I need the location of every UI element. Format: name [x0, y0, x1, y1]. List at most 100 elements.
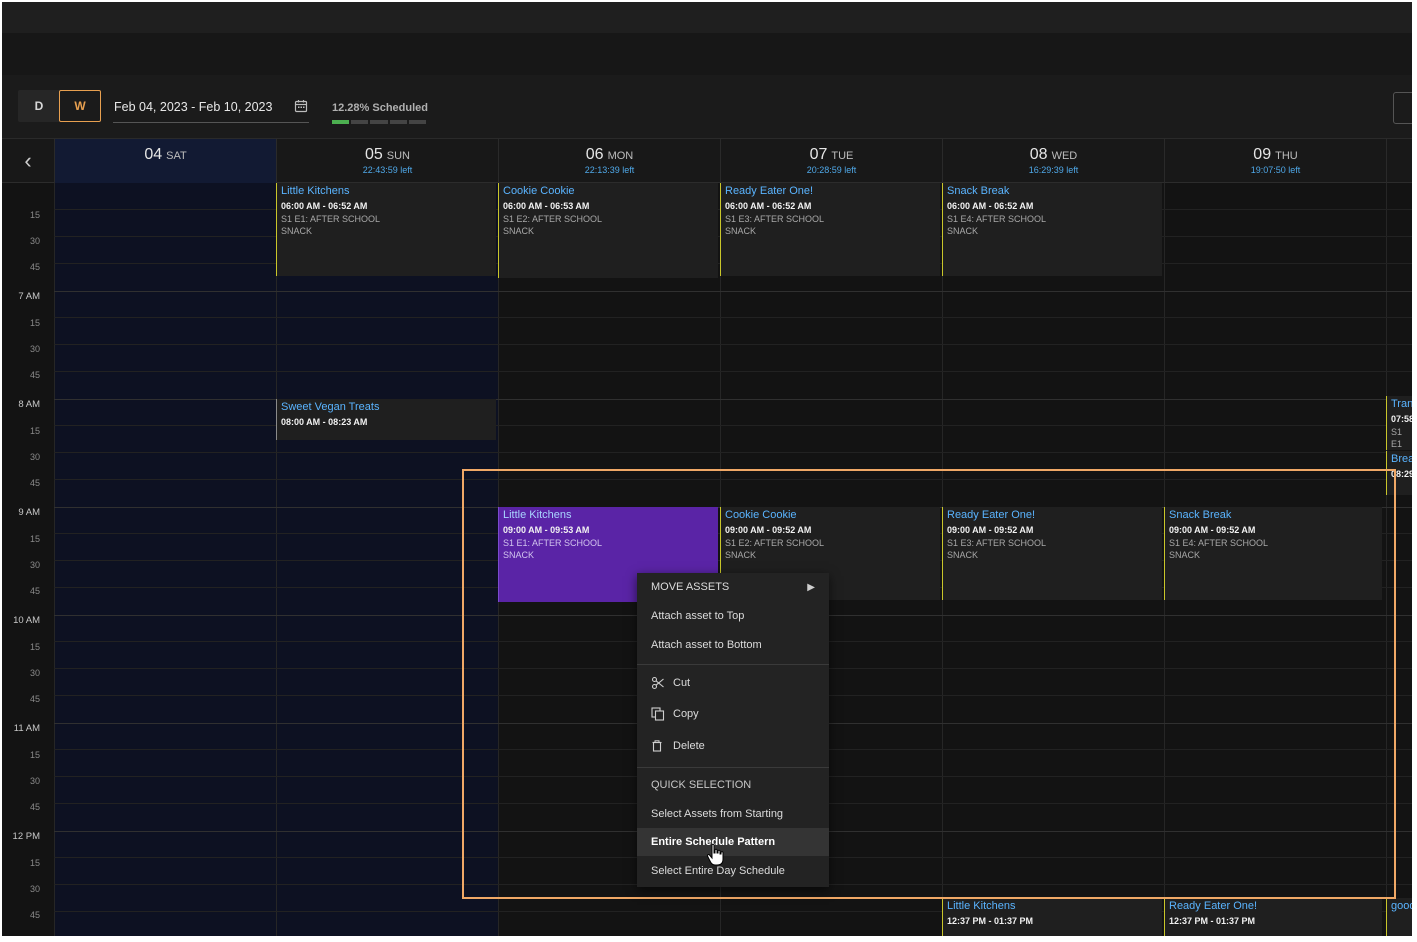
- schedule-event[interactable]: Little Kitchens 12:37 PM - 01:37 PM: [942, 898, 1162, 936]
- day-number: 05: [364, 146, 383, 163]
- top-bar: [2, 2, 1412, 33]
- event-description-line: SNACK: [503, 226, 535, 236]
- grid-line: [54, 291, 1412, 292]
- menu-item-copy[interactable]: Copy: [637, 700, 829, 728]
- event-title: Ready Eater One!: [947, 509, 1036, 521]
- date-range-text: Feb 04, 2023 - Feb 10, 2023: [114, 100, 273, 114]
- event-time: 12:37 PM - 01:37 PM: [947, 916, 1034, 926]
- event-description-line: SNACK: [1169, 550, 1201, 560]
- grid-line: [54, 344, 1412, 345]
- event-time: 09:00 AM - 09:52 AM: [947, 525, 1034, 535]
- time-label: 45: [29, 478, 40, 488]
- time-label: 30: [29, 344, 40, 354]
- schedule-event[interactable]: Ready Eater One! 09:00 AM - 09:52 AM S1 …: [942, 507, 1162, 600]
- week-view-button[interactable]: W: [59, 90, 101, 122]
- time-label: 30: [29, 452, 40, 462]
- chevron-left-icon[interactable]: ‹: [2, 139, 54, 183]
- event-title: good: [1391, 900, 1412, 912]
- schedule-event[interactable]: good: [1386, 898, 1412, 936]
- time-label: 45: [29, 262, 40, 272]
- schedule-event[interactable]: Cookie Cookie 06:00 AM - 06:53 AM S1 E2:…: [498, 183, 718, 278]
- day-of-week: MON: [607, 150, 634, 162]
- time-label: 30: [29, 884, 40, 894]
- event-description: S1 E3: AFTER SCHOOL SNACK: [947, 537, 1158, 561]
- progress-segment: [370, 120, 388, 124]
- event-description: S1 E4: AFTER SCHOOL SNACK: [1169, 537, 1378, 561]
- menu-section-label: QUICK SELECTION: [651, 779, 752, 791]
- menu-item-label: Select Assets from Starting: [651, 808, 784, 820]
- time-left: 22:43:59 left: [362, 165, 413, 175]
- time-label: 11 AM: [13, 723, 40, 734]
- event-time: 12:37 PM - 01:37 PM: [1169, 916, 1256, 926]
- date-range-field[interactable]: Feb 04, 2023 - Feb 10, 2023: [113, 97, 309, 123]
- menu-item-entire-schedule-pattern[interactable]: Entire Schedule Pattern: [637, 828, 829, 856]
- schedule-event[interactable]: Sweet Vegan Treats 08:00 AM - 08:23 AM: [276, 399, 496, 440]
- copy-icon: [651, 707, 673, 721]
- calendar-icon[interactable]: [294, 99, 308, 113]
- menu-item-attach-top[interactable]: Attach asset to Top: [637, 602, 829, 630]
- schedule-event[interactable]: Tran 07:58 S1 E1: [1386, 396, 1412, 450]
- grid-line: [54, 317, 1412, 318]
- event-title: Little Kitchens: [281, 185, 350, 197]
- progress-segment: [351, 120, 369, 124]
- toolbar: D W Feb 04, 2023 - Feb 10, 2023 12.28% S…: [2, 75, 1412, 139]
- secondary-bar: [2, 33, 1412, 75]
- event-time: 09:00 AM - 09:53 AM: [503, 525, 590, 535]
- day-header-sun[interactable]: 05 SUN 22:43:59 left: [276, 139, 498, 183]
- day-header-wed[interactable]: 08 WED 16:29:39 left: [942, 139, 1164, 183]
- day-view-button[interactable]: D: [18, 90, 60, 122]
- time-label: 10 AM: [13, 615, 40, 626]
- menu-item-move-assets[interactable]: MOVE ASSETS ▶: [637, 573, 829, 601]
- event-title: Ready Eater One!: [725, 185, 814, 197]
- schedule-event[interactable]: Ready Eater One! 06:00 AM - 06:52 AM S1 …: [720, 183, 940, 276]
- export-button[interactable]: [1393, 92, 1412, 124]
- schedule-event[interactable]: Little Kitchens 06:00 AM - 06:52 AM S1 E…: [276, 183, 496, 276]
- day-of-week: WED: [1051, 150, 1078, 162]
- event-description-line: SNACK: [725, 226, 757, 236]
- event-time: 06:00 AM - 06:52 AM: [725, 201, 812, 211]
- scissors-icon: [651, 676, 673, 690]
- scheduled-progress-bar: [332, 120, 427, 124]
- day-header-row: ‹ 04 SAT 05 SUN 22:43:59 left 06 MON 22:13:…: [2, 139, 1412, 183]
- event-description-line: SNACK: [503, 550, 535, 560]
- hand-cursor-icon: [706, 843, 724, 866]
- grid-line: [54, 479, 1412, 480]
- event-description: S1 E2: AFTER SCHOOL SNACK: [725, 537, 936, 561]
- grid-line: [54, 452, 1412, 453]
- submenu-arrow-icon: ▶: [807, 581, 815, 593]
- day-number: 08: [1029, 146, 1048, 163]
- day-number: 06: [585, 146, 604, 163]
- context-menu: MOVE ASSETS ▶ Attach asset to Top Attach…: [637, 573, 829, 887]
- schedule-event[interactable]: Snack Break 06:00 AM - 06:52 AM S1 E4: A…: [942, 183, 1162, 276]
- event-time: 06:00 AM - 06:52 AM: [281, 201, 368, 211]
- day-header-sat[interactable]: 04 SAT: [54, 139, 276, 183]
- menu-item-select-from-starting[interactable]: Select Assets from Starting: [637, 800, 829, 828]
- menu-divider: [637, 664, 829, 665]
- day-header-tue[interactable]: 07 TUE 20:28:59 left: [720, 139, 942, 183]
- menu-item-select-entire-day[interactable]: Select Entire Day Schedule: [637, 857, 829, 885]
- day-header-thu[interactable]: 09 THU 19:07:50 left: [1164, 139, 1386, 183]
- event-description-line: SNACK: [947, 550, 979, 560]
- schedule-event[interactable]: Snack Break 09:00 AM - 09:52 AM S1 E4: A…: [1164, 507, 1382, 600]
- event-description-line: S1 E2: AFTER SCHOOL: [503, 214, 603, 224]
- menu-item-label: MOVE ASSETS: [651, 581, 730, 593]
- scheduled-percentage: 12.28% Scheduled: [332, 102, 428, 114]
- grid-line: [54, 371, 1412, 372]
- menu-item-label: Cut: [673, 677, 691, 689]
- event-description-line: S1 E4: AFTER SCHOOL: [1169, 538, 1269, 548]
- day-header-fri[interactable]: [1386, 139, 1412, 183]
- schedule-event[interactable]: Brea 08:29: [1386, 451, 1412, 495]
- menu-item-cut[interactable]: Cut: [637, 669, 829, 697]
- menu-item-delete[interactable]: Delete: [637, 732, 829, 760]
- event-description: S1 E1: AFTER SCHOOL SNACK: [281, 213, 492, 237]
- time-label: 45: [29, 802, 40, 812]
- time-label: 15: [29, 426, 40, 436]
- event-time: 06:00 AM - 06:53 AM: [503, 201, 590, 211]
- menu-item-attach-bottom[interactable]: Attach asset to Bottom: [637, 631, 829, 659]
- schedule-event[interactable]: Ready Eater One! 12:37 PM - 01:37 PM: [1164, 898, 1382, 936]
- time-label: 30: [29, 668, 40, 678]
- day-header-mon[interactable]: 06 MON 22:13:39 left: [498, 139, 720, 183]
- progress-segment: [332, 120, 350, 124]
- event-title: Snack Break: [1169, 509, 1232, 521]
- time-label: 15: [29, 318, 40, 328]
